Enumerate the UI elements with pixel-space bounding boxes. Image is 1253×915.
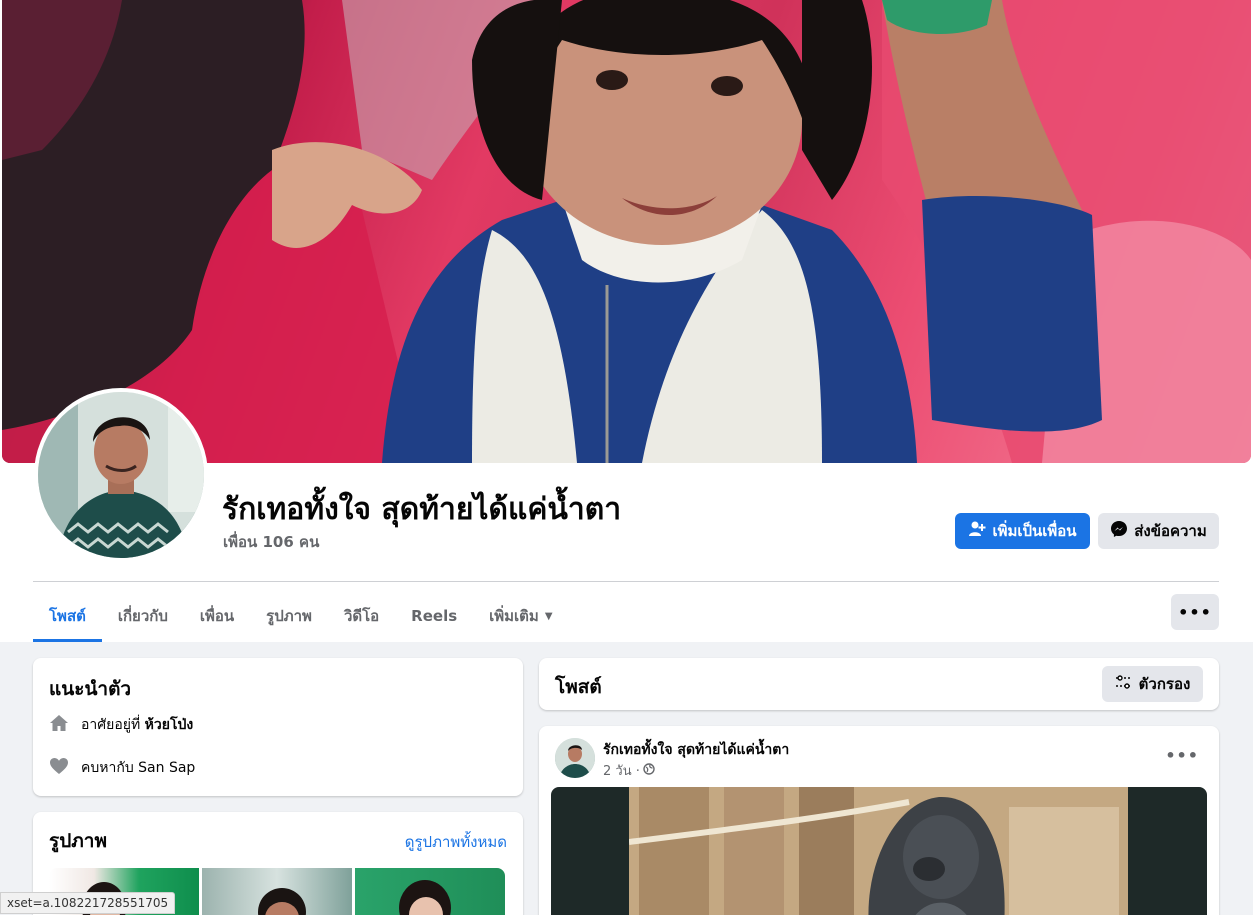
friend-count[interactable]: เพื่อน 106 คน (223, 530, 319, 554)
post-time[interactable]: 2 วัน · (603, 760, 640, 781)
filter-button[interactable]: ตัวกรอง (1102, 666, 1203, 702)
tab-reels-label: Reels (411, 607, 458, 625)
intro-lives-place[interactable]: ห้วยโป่ง (145, 717, 194, 733)
facebook-profile-page: รักเทอทั้งใจ สุดท้ายได้แค่น้ำตา เพื่อน 1… (0, 0, 1253, 915)
intro-relationship-text: คบหากับ San Sap (81, 760, 196, 776)
posts-title: โพสต์ (555, 676, 602, 698)
avatar-image (38, 392, 204, 558)
photos-title: รูปภาพ (49, 830, 107, 852)
tab-photos-label: รูปภาพ (266, 607, 312, 625)
post-author-name[interactable]: รักเทอทั้งใจ สุดท้ายได้แค่น้ำตา (603, 739, 789, 761)
photo-thumbnail[interactable] (355, 868, 505, 915)
intro-lives-prefix: อาศัยอยู่ที่ (81, 717, 141, 733)
profile-avatar[interactable] (34, 388, 208, 562)
profile-more-button[interactable]: ••• (1171, 594, 1219, 630)
message-button[interactable]: ส่งข้อความ (1098, 513, 1219, 549)
filter-label: ตัวกรอง (1138, 675, 1191, 693)
tab-posts[interactable]: โพสต์ (33, 590, 102, 642)
avatar-art (38, 392, 204, 558)
status-bar-url: xset=a.108221728551705 (0, 892, 176, 914)
tab-videos-label: วิดีโอ (343, 607, 380, 625)
post-author-avatar[interactable] (555, 738, 595, 778)
tab-reels[interactable]: Reels (395, 590, 473, 642)
home-icon (49, 713, 69, 737)
post-card: รักเทอทั้งใจ สุดท้ายได้แค่น้ำตา 2 วัน · … (539, 726, 1219, 915)
tab-videos[interactable]: วิดีโอ (328, 590, 395, 642)
post-photo (629, 787, 1128, 915)
tab-photos[interactable]: รูปภาพ (250, 590, 328, 642)
post-options-button[interactable]: ••• (1165, 746, 1199, 765)
heart-icon (49, 756, 69, 780)
posts-header-card: โพสต์ ตัวกรอง (539, 658, 1219, 710)
photo-thumbnail[interactable] (202, 868, 352, 915)
photo-thumbnail-art (258, 888, 306, 915)
intro-relationship: คบหากับ San Sap (49, 756, 195, 780)
post-photo-art (629, 787, 1128, 915)
caret-down-icon: ▼ (544, 610, 553, 622)
profile-tabs: โพสต์ เกี่ยวกับ เพื่อน รูปภาพ วิดีโอ Ree… (33, 590, 569, 642)
post-media[interactable] (551, 787, 1207, 915)
post-meta: 2 วัน · (603, 760, 655, 781)
intro-card: แนะนำตัว อาศัยอยู่ที่ ห้วยโป่ง คบหากับ S… (33, 658, 523, 796)
tab-about-label: เกี่ยวกับ (117, 607, 168, 625)
post-avatar-art (555, 738, 595, 778)
tab-more-label: เพิ่มเติม (489, 607, 539, 625)
tab-friends[interactable]: เพื่อน (184, 590, 250, 642)
intro-title: แนะนำตัว (49, 678, 132, 700)
header-divider (33, 581, 1219, 582)
message-label: ส่งข้อความ (1134, 522, 1207, 540)
globe-icon (643, 762, 655, 779)
photo-thumbnail-art (399, 880, 451, 915)
tab-more[interactable]: เพิ่มเติม ▼ (473, 590, 568, 642)
tab-about[interactable]: เกี่ยวกับ (102, 590, 184, 642)
add-friend-icon (968, 520, 986, 542)
see-all-photos-link[interactable]: ดูรูปภาพทั้งหมด (405, 830, 507, 854)
filter-icon (1115, 674, 1133, 694)
intro-lives-in: อาศัยอยู่ที่ ห้วยโป่ง (49, 713, 193, 737)
profile-header: รักเทอทั้งใจ สุดท้ายได้แค่น้ำตา เพื่อน 1… (0, 0, 1253, 642)
add-friend-button[interactable]: เพิ่มเป็นเพื่อน (955, 513, 1090, 549)
messenger-icon (1110, 520, 1128, 542)
more-dots-icon: ••• (1178, 602, 1212, 622)
profile-name: รักเทอทั้งใจ สุดท้ายได้แค่น้ำตา (222, 492, 622, 527)
add-friend-label: เพิ่มเป็นเพื่อน (992, 522, 1077, 540)
tab-posts-label: โพสต์ (49, 607, 86, 625)
tab-friends-label: เพื่อน (199, 607, 235, 625)
